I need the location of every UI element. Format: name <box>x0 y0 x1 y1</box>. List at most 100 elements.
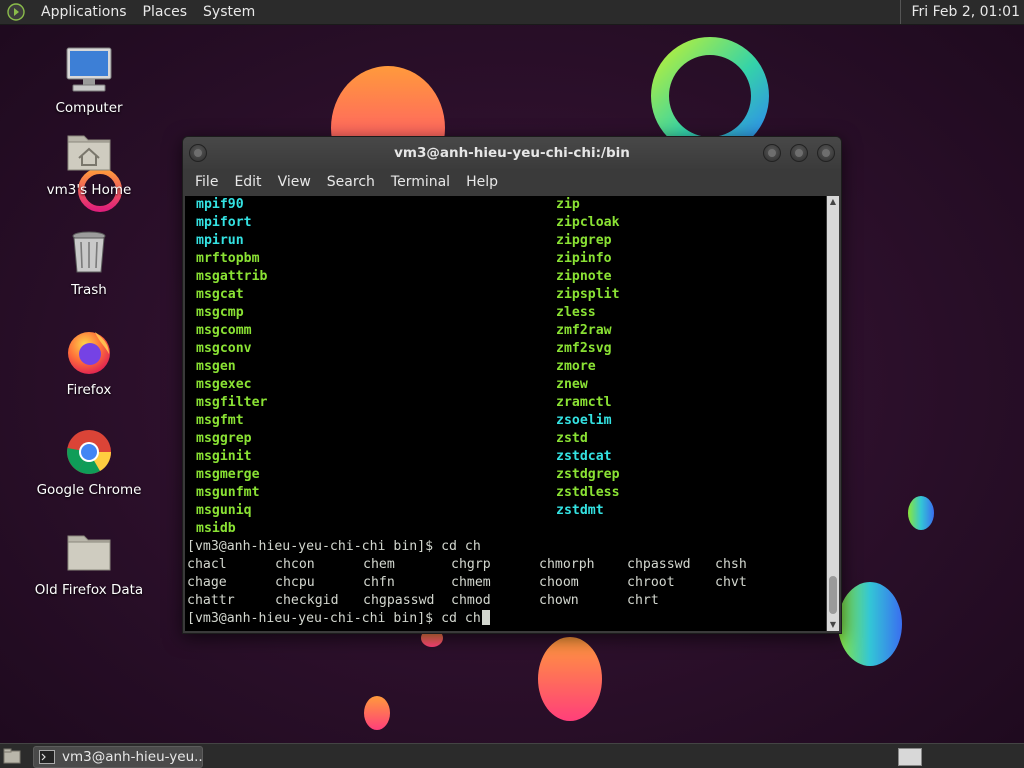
prompt-line: [vm3@anh-hieu-yeu-chi-chi bin]$ cd ch <box>187 539 481 554</box>
terminal-title-bar[interactable]: vm3@anh-hieu-yeu-chi-chi:/bin <box>183 137 841 169</box>
listing-entry-right: zipinfo <box>556 251 612 266</box>
prompt-line-active: [vm3@anh-hieu-yeu-chi-chi bin]$ cd ch <box>187 610 490 628</box>
completion-item: chmorph <box>539 557 595 572</box>
listing-row: msguniq zstdmt <box>187 502 604 520</box>
listing-entry-left: msgexec <box>196 377 252 392</box>
menu-edit[interactable]: Edit <box>226 169 269 195</box>
listing-row: msgcat zipsplit <box>187 286 620 304</box>
menu-help[interactable]: Help <box>458 169 506 195</box>
computer-icon <box>66 47 112 92</box>
scroll-up-icon[interactable]: ▲ <box>827 196 839 208</box>
prompt-text: [vm3@anh-hieu-yeu-chi-chi bin]$ cd ch <box>187 611 481 626</box>
listing-entry-left: msggrep <box>196 431 252 446</box>
chrome-icon <box>67 430 111 474</box>
listing-entry-left: mpirun <box>196 233 244 248</box>
completion-row: chacl chcon chem chgrp chmorph chpasswd chsh <box>187 556 747 574</box>
listing-entry-right: zless <box>556 305 596 320</box>
completion-item: chgpasswd <box>363 593 435 608</box>
desktop-icon-trash[interactable]: Trash <box>24 228 154 298</box>
listing-entry-right: zsoelim <box>556 413 612 428</box>
completion-item: chcpu <box>275 575 315 590</box>
menu-view[interactable]: View <box>270 169 319 195</box>
completion-item: chown <box>539 593 579 608</box>
scrollbar-thumb[interactable] <box>829 576 837 614</box>
listing-entry-right: zmf2svg <box>556 341 612 356</box>
listing-row: msginit zstdcat <box>187 448 612 466</box>
listing-row: msgfmt zsoelim <box>187 412 612 430</box>
listing-entry-right: zstdmt <box>556 503 604 518</box>
listing-entry-right: zmore <box>556 359 596 374</box>
completion-item: chsh <box>715 557 747 572</box>
folder-icon <box>67 535 111 571</box>
listing-entry-right: zipsplit <box>556 287 620 302</box>
listing-entry-left: mpifort <box>196 215 252 230</box>
listing-entry-left: msgconv <box>196 341 252 356</box>
distro-logo-icon[interactable] <box>7 3 25 21</box>
completion-item: chem <box>363 557 395 572</box>
listing-entry-left: msguniq <box>196 503 252 518</box>
maximize-icon[interactable] <box>790 144 808 162</box>
desktop-icon-firefox[interactable]: Firefox <box>24 328 154 398</box>
listing-entry-right: zipcloak <box>556 215 620 230</box>
listing-entry-right: zmf2raw <box>556 323 612 338</box>
listing-row: msgcmp zless <box>187 304 596 322</box>
listing-row: mpif90 zip <box>187 196 580 214</box>
listing-entry-left: msgunfmt <box>196 485 260 500</box>
places-menu[interactable]: Places <box>135 0 196 24</box>
listing-entry-left: msgfilter <box>196 395 268 410</box>
listing-entry-right: zstdless <box>556 485 620 500</box>
menu-terminal[interactable]: Terminal <box>383 169 458 195</box>
listing-entry-left: msgcmp <box>196 305 244 320</box>
listing-entry-left: msgen <box>196 359 236 374</box>
menu-file[interactable]: File <box>187 169 226 195</box>
listing-entry-left: msidb <box>196 521 236 536</box>
completion-item: chmem <box>451 575 491 590</box>
listing-row: msgen zmore <box>187 358 596 376</box>
listing-entry-right: zstdgrep <box>556 467 620 482</box>
system-menu[interactable]: System <box>195 0 263 24</box>
desktop-icon-computer[interactable]: Computer <box>24 46 154 116</box>
scroll-down-icon[interactable]: ▼ <box>827 619 839 631</box>
terminal-scrollbar[interactable]: ▲ ▼ <box>827 196 839 631</box>
close-icon[interactable] <box>817 144 835 162</box>
home-folder-icon <box>67 135 111 171</box>
taskbar-terminal-button[interactable]: vm3@anh-hieu-yeu... <box>33 746 203 768</box>
window-title: vm3@anh-hieu-yeu-chi-chi:/bin <box>394 145 630 161</box>
completion-item: chcon <box>275 557 315 572</box>
trash-icon <box>72 231 106 273</box>
listing-row: msggrep zstd <box>187 430 588 448</box>
workspace-switcher[interactable] <box>898 748 922 766</box>
completion-item: chpasswd <box>627 557 691 572</box>
terminal-window[interactable]: vm3@anh-hieu-yeu-chi-chi:/bin File Edit … <box>182 136 842 634</box>
applications-menu[interactable]: Applications <box>33 0 135 24</box>
completion-item: chfn <box>363 575 395 590</box>
menu-search[interactable]: Search <box>319 169 383 195</box>
text-cursor <box>481 610 490 625</box>
clock[interactable]: Fri Feb 2, 01:01 <box>900 0 1020 24</box>
listing-entry-left: mrftopbm <box>196 251 260 266</box>
listing-entry-left: msgcat <box>196 287 244 302</box>
listing-row: msgattrib zipnote <box>187 268 612 286</box>
terminal-output[interactable]: mpif90 zip mpifort zipcloak mpirun zipgrep mrf… <box>185 196 826 631</box>
completion-item: chroot <box>627 575 675 590</box>
desktop-icon-chrome[interactable]: Google Chrome <box>24 428 154 498</box>
listing-row: msgunfmt zstdless <box>187 484 620 502</box>
listing-entry-left: mpif90 <box>196 197 244 212</box>
listing-row: msgfilter zramctl <box>187 394 612 412</box>
minimize-icon[interactable] <box>763 144 781 162</box>
listing-entry-left: msgmerge <box>196 467 260 482</box>
completion-item: checkgid <box>275 593 339 608</box>
completion-item: choom <box>539 575 579 590</box>
desktop-icon-old-firefox-data[interactable]: Old Firefox Data <box>24 528 154 598</box>
top-panel: Applications Places System Fri Feb 2, 01… <box>0 0 1024 25</box>
completion-item: chmod <box>451 593 491 608</box>
desktop-icon-home[interactable]: vm3's Home <box>24 128 154 198</box>
window-menu-icon[interactable] <box>189 144 207 162</box>
completion-item: chrt <box>627 593 659 608</box>
listing-row: mpifort zipcloak <box>187 214 620 232</box>
listing-entry-right: zipnote <box>556 269 612 284</box>
completion-row: chattr checkgid chgpasswd chmod chown chrt <box>187 592 659 610</box>
listing-entry-right: zramctl <box>556 395 612 410</box>
show-desktop-icon[interactable] <box>3 748 21 764</box>
listing-entry-left: msgcomm <box>196 323 252 338</box>
